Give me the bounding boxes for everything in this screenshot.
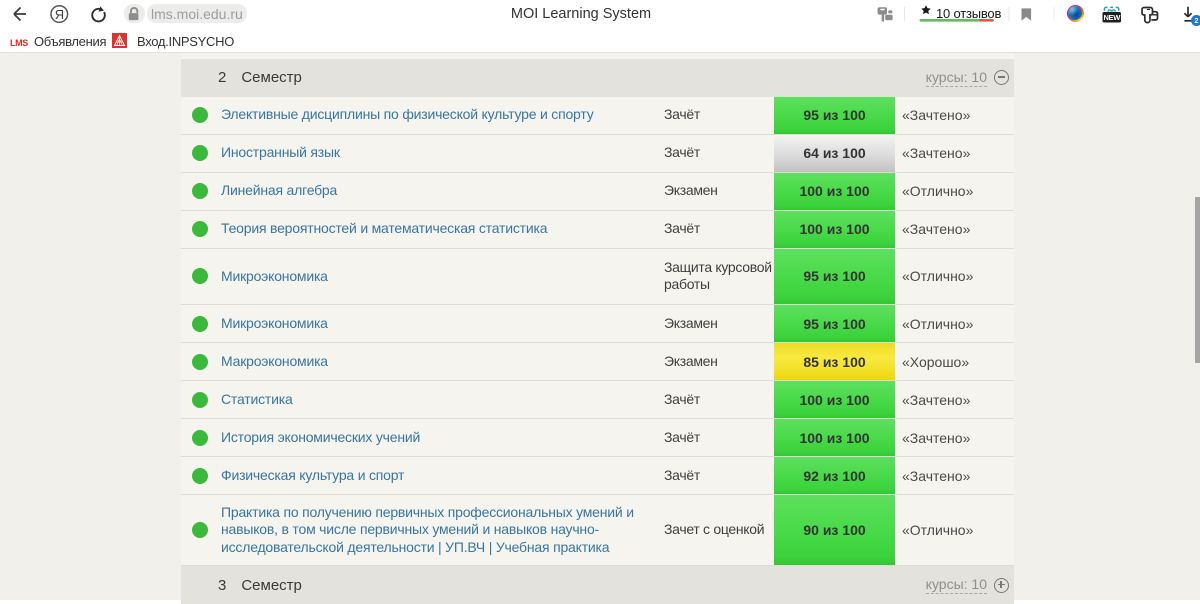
svg-text:Я: Я	[55, 7, 64, 22]
svg-text:NEW: NEW	[1103, 13, 1121, 22]
